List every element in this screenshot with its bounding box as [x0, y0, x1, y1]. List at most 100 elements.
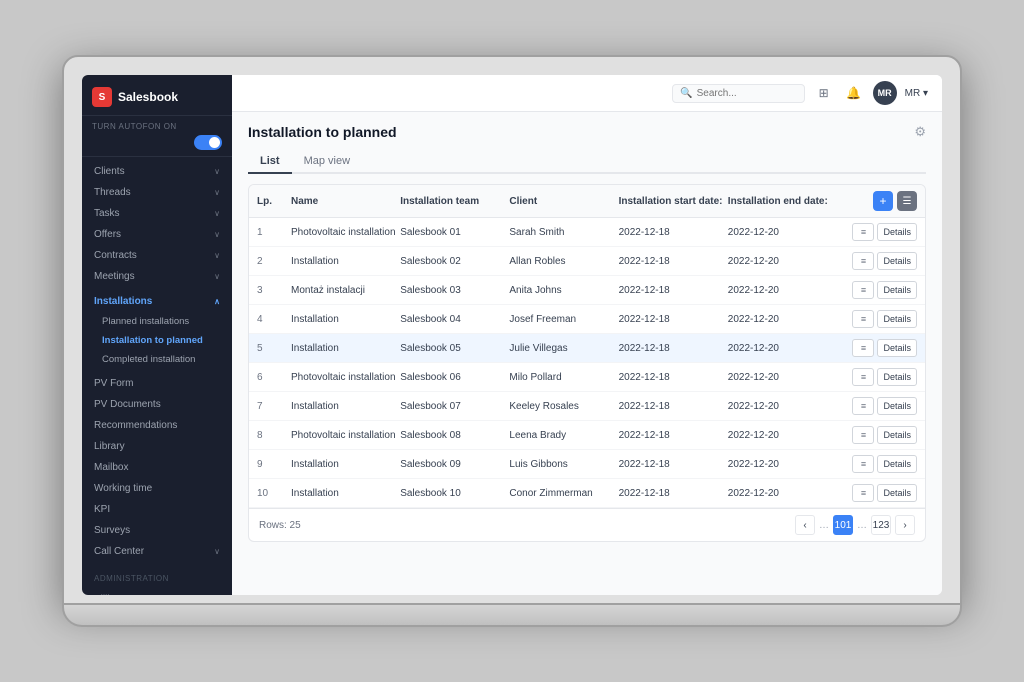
row-details-button[interactable]: Details [877, 368, 917, 386]
cell-start: 2022-12-18 [619, 488, 724, 499]
row-details-button[interactable]: Details [877, 281, 917, 299]
tab-list[interactable]: List [248, 150, 292, 174]
tab-map-view[interactable]: Map view [292, 150, 362, 174]
view-toggle-button[interactable]: ☰ [897, 191, 917, 211]
page-next-button[interactable]: › [895, 515, 915, 535]
sidebar-item-working-time[interactable]: Working time [82, 478, 232, 499]
add-button[interactable]: + [873, 191, 893, 211]
cell-end: 2022-12-20 [728, 459, 833, 470]
cell-start: 2022-12-18 [619, 372, 724, 383]
sidebar-item-pv-form[interactable]: PV Form [82, 373, 232, 394]
cell-start: 2022-12-18 [619, 256, 724, 267]
row-menu-button[interactable]: ≡ [852, 426, 874, 444]
row-details-button[interactable]: Details [877, 223, 917, 241]
page-last[interactable]: 123 [871, 515, 891, 535]
laptop-screen: S Salesbook TURN AUTOFON ON Clients ∨ [62, 55, 962, 605]
sidebar-item-installations[interactable]: Installations ∧ [82, 291, 232, 312]
sidebar-sub-completed[interactable]: Completed installation [82, 350, 232, 369]
sidebar-item-surveys[interactable]: Surveys [82, 520, 232, 541]
search-box: 🔍 [672, 84, 804, 103]
chevron-icon: ∨ [214, 251, 220, 260]
cell-start: 2022-12-18 [619, 459, 724, 470]
sidebar-item-library[interactable]: Library [82, 436, 232, 457]
cell-name: Photovoltaic installation [291, 372, 396, 383]
avatar[interactable]: MR [873, 81, 897, 105]
row-details-button[interactable]: Details [877, 339, 917, 357]
cell-name: Montaż instalacji [291, 285, 396, 296]
row-menu-button[interactable]: ≡ [852, 310, 874, 328]
row-actions: ≡ Details [837, 339, 917, 357]
row-details-button[interactable]: Details [877, 252, 917, 270]
sidebar-item-recommendations[interactable]: Recommendations [82, 415, 232, 436]
sidebar-item-contracts[interactable]: Contracts ∨ [82, 245, 232, 266]
row-details-button[interactable]: Details [877, 484, 917, 502]
sidebar-sub-installation-to-planned[interactable]: Installation to planned [82, 331, 232, 350]
cell-team: Salesbook 09 [400, 459, 505, 470]
sidebar-item-billings[interactable]: Billings [82, 589, 232, 595]
cell-team: Salesbook 10 [400, 488, 505, 499]
sidebar-item-mailbox[interactable]: Mailbox [82, 457, 232, 478]
search-input[interactable] [697, 88, 797, 99]
cell-client: Milo Pollard [509, 372, 614, 383]
cell-team: Salesbook 01 [400, 227, 505, 238]
row-menu-button[interactable]: ≡ [852, 339, 874, 357]
cell-start: 2022-12-18 [619, 401, 724, 412]
autofon-toggle[interactable] [194, 135, 222, 150]
toggle-wrapper [92, 135, 222, 150]
topbar: 🔍 ⊞ 🔔 MR MR ▾ [232, 75, 942, 112]
row-menu-button[interactable]: ≡ [852, 455, 874, 473]
cell-start: 2022-12-18 [619, 314, 724, 325]
row-actions: ≡ Details [837, 252, 917, 270]
sidebar-sub-planned[interactable]: Planned installations [82, 312, 232, 331]
topbar-bell-icon[interactable]: 🔔 [843, 82, 865, 104]
row-menu-button[interactable]: ≡ [852, 252, 874, 270]
cell-start: 2022-12-18 [619, 343, 724, 354]
row-menu-button[interactable]: ≡ [852, 397, 874, 415]
page-prev-button[interactable]: ‹ [795, 515, 815, 535]
cell-team: Salesbook 06 [400, 372, 505, 383]
sidebar-item-call-center[interactable]: Call Center ∨ [82, 541, 232, 562]
chevron-up-icon: ∧ [214, 297, 220, 306]
page-ellipsis2: … [857, 520, 867, 531]
table-row: 9 Installation Salesbook 09 Luis Gibbons… [249, 450, 925, 479]
sidebar-item-pv-docs[interactable]: PV Documents [82, 394, 232, 415]
row-actions: ≡ Details [837, 223, 917, 241]
row-actions: ≡ Details [837, 281, 917, 299]
page-ellipsis: … [819, 520, 829, 531]
row-menu-button[interactable]: ≡ [852, 368, 874, 386]
cell-end: 2022-12-20 [728, 401, 833, 412]
cell-name: Photovoltaic installation [291, 227, 396, 238]
topbar-filter-icon[interactable]: ⊞ [813, 82, 835, 104]
row-details-button[interactable]: Details [877, 310, 917, 328]
sidebar-item-kpi[interactable]: KPI [82, 499, 232, 520]
cell-team: Salesbook 04 [400, 314, 505, 325]
row-menu-button[interactable]: ≡ [852, 223, 874, 241]
row-details-button[interactable]: Details [877, 455, 917, 473]
cell-end: 2022-12-20 [728, 343, 833, 354]
sidebar-item-tasks[interactable]: Tasks ∨ [82, 203, 232, 224]
sidebar-item-clients[interactable]: Clients ∨ [82, 161, 232, 182]
row-details-button[interactable]: Details [877, 426, 917, 444]
sidebar-item-offers[interactable]: Offers ∨ [82, 224, 232, 245]
autofon-label: TURN AUTOFON ON [92, 122, 222, 131]
cell-num: 3 [257, 285, 287, 296]
cell-start: 2022-12-18 [619, 227, 724, 238]
cell-client: Leena Brady [509, 430, 614, 441]
user-label[interactable]: MR ▾ [905, 88, 928, 99]
cell-name: Installation [291, 401, 396, 412]
cell-name: Installation [291, 488, 396, 499]
page-current[interactable]: 101 [833, 515, 853, 535]
table-row: 4 Installation Salesbook 04 Josef Freema… [249, 305, 925, 334]
sidebar-item-threads[interactable]: Threads ∨ [82, 182, 232, 203]
cell-num: 8 [257, 430, 287, 441]
settings-icon[interactable]: ⚙ [914, 124, 926, 140]
pagination: ‹ … 101 … 123 › [795, 515, 915, 535]
main-content: 🔍 ⊞ 🔔 MR MR ▾ Installation to planned ⚙ [232, 75, 942, 595]
row-menu-button[interactable]: ≡ [852, 281, 874, 299]
row-menu-button[interactable]: ≡ [852, 484, 874, 502]
sidebar-item-meetings[interactable]: Meetings ∨ [82, 266, 232, 287]
cell-end: 2022-12-20 [728, 285, 833, 296]
row-details-button[interactable]: Details [877, 397, 917, 415]
admin-section-label: ADMINISTRATION [82, 566, 232, 585]
table-container: Lp. Name Installation team Client Instal… [248, 184, 926, 542]
